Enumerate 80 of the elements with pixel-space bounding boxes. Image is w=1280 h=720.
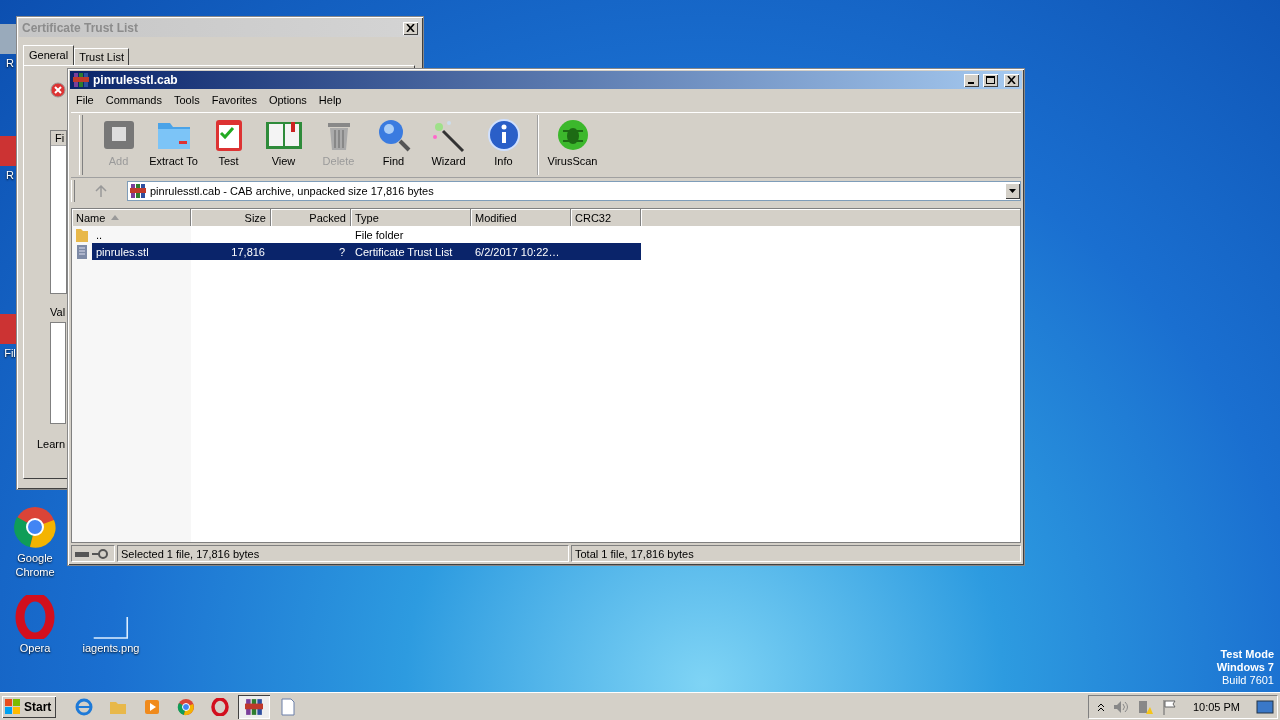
file-row[interactable]: pinrules.stl 17,816 ? Certificate Trust List 6/2/2017 10:22… bbox=[92, 243, 641, 260]
close-icon bbox=[406, 24, 415, 32]
field-label: Val bbox=[50, 306, 66, 318]
window-title: Certificate Trust List bbox=[22, 21, 140, 35]
chrome-icon bbox=[177, 697, 195, 716]
opera-icon bbox=[211, 697, 229, 716]
table-cell-text: .. bbox=[95, 228, 104, 241]
menu-item[interactable]: Options bbox=[262, 93, 313, 106]
close-icon bbox=[1007, 76, 1016, 84]
os-info-text: Build 7601 bbox=[1222, 674, 1274, 687]
toolbar-button[interactable]: Wizard bbox=[421, 115, 476, 167]
toolbar-button[interactable]: View bbox=[256, 115, 311, 167]
table-cell-text: Certificate Trust List bbox=[354, 245, 454, 258]
address-field[interactable]: pinrulesstl.cab - CAB archive, unpacked size 17,816 bytes bbox=[127, 181, 1021, 201]
toolbar-button[interactable]: Extract To bbox=[146, 115, 201, 167]
desktop-icon-label[interactable]: Opera bbox=[19, 641, 51, 655]
flag-icon[interactable] bbox=[1160, 698, 1177, 715]
tab[interactable]: Trust List bbox=[74, 48, 129, 65]
menu-item[interactable]: File bbox=[70, 93, 100, 106]
toolbar-button[interactable]: VirusScan bbox=[545, 115, 600, 167]
status-text: Total 1 file, 17,816 bytes bbox=[571, 545, 1021, 562]
status-text: Selected 1 file, 17,816 bytes bbox=[117, 545, 569, 562]
app-icon bbox=[73, 72, 89, 88]
desktop-icon-label[interactable]: R bbox=[6, 168, 14, 182]
menu-item[interactable]: Favorites bbox=[205, 93, 263, 106]
desktop-icon-label[interactable]: R bbox=[6, 56, 14, 70]
column-header[interactable]: Type bbox=[351, 209, 471, 226]
tab[interactable]: General bbox=[23, 45, 75, 65]
close-button[interactable] bbox=[1004, 73, 1019, 87]
show-desktop-icon[interactable] bbox=[1256, 698, 1274, 715]
toolbar-button[interactable]: Test bbox=[201, 115, 256, 167]
column-header[interactable]: Name bbox=[72, 209, 191, 226]
menu-item[interactable]: Commands bbox=[99, 93, 168, 106]
start-button[interactable]: Start bbox=[2, 695, 56, 718]
clock[interactable]: 10:05 PM bbox=[1192, 700, 1240, 713]
os-info-text: Windows 7 bbox=[1216, 661, 1274, 674]
document-icon bbox=[279, 697, 297, 716]
play-icon bbox=[143, 697, 161, 716]
opera-icon bbox=[13, 595, 57, 639]
table-cell-text: pinrules.stl bbox=[95, 245, 150, 258]
desktop-icon-label[interactable]: Fil bbox=[4, 346, 16, 360]
up-arrow-icon bbox=[95, 185, 107, 197]
archive-icon bbox=[130, 183, 146, 199]
archive-icon bbox=[245, 697, 263, 716]
taskbar-app-button[interactable] bbox=[238, 694, 270, 719]
document-icon bbox=[75, 243, 89, 260]
sort-arrow-icon bbox=[111, 215, 120, 220]
toolbar-button[interactable]: Info bbox=[476, 115, 531, 167]
column-header[interactable]: Modified bbox=[471, 209, 571, 226]
table-cell-text: 6/2/2017 10:22… bbox=[474, 245, 561, 258]
minimize-button[interactable] bbox=[964, 73, 979, 87]
menu-item[interactable]: Help bbox=[312, 93, 348, 106]
maximize-icon bbox=[986, 76, 995, 84]
browser-icon bbox=[75, 697, 93, 716]
table-cell-text: ? bbox=[337, 245, 346, 258]
network-warning-icon[interactable] bbox=[1136, 698, 1153, 715]
error-icon bbox=[50, 82, 66, 98]
table-cell-text: 17,816 bbox=[230, 245, 266, 258]
column-header[interactable]: CRC32 bbox=[571, 209, 641, 226]
os-info-text: Test Mode bbox=[1220, 648, 1274, 661]
file-row[interactable]: .. File folder bbox=[92, 226, 641, 243]
drive-key-icon bbox=[75, 548, 109, 559]
speaker-icon[interactable] bbox=[1112, 699, 1129, 714]
chevron-up-icon[interactable] bbox=[1096, 701, 1105, 712]
close-button[interactable] bbox=[403, 21, 418, 35]
column-header[interactable]: Packed bbox=[271, 209, 351, 226]
window-title: pinrulesstl.cab bbox=[93, 73, 179, 87]
table-cell-text: File folder bbox=[354, 228, 405, 241]
menu-item[interactable]: Tools bbox=[168, 93, 206, 106]
windows-logo-icon bbox=[5, 698, 21, 715]
dropdown-button[interactable] bbox=[1005, 183, 1020, 199]
caret-icon bbox=[1009, 189, 1016, 193]
toolbar-button[interactable]: Find bbox=[366, 115, 421, 167]
maximize-button[interactable] bbox=[983, 73, 998, 87]
column-header: Fi bbox=[51, 131, 66, 146]
link[interactable]: Learn bbox=[37, 438, 66, 450]
desktop-icon-label[interactable]: iagents.png bbox=[82, 641, 140, 655]
desktop-icon-label[interactable]: Google Chrome bbox=[0, 551, 70, 579]
column-header[interactable]: Size bbox=[191, 209, 271, 226]
chrome-icon bbox=[13, 505, 57, 549]
